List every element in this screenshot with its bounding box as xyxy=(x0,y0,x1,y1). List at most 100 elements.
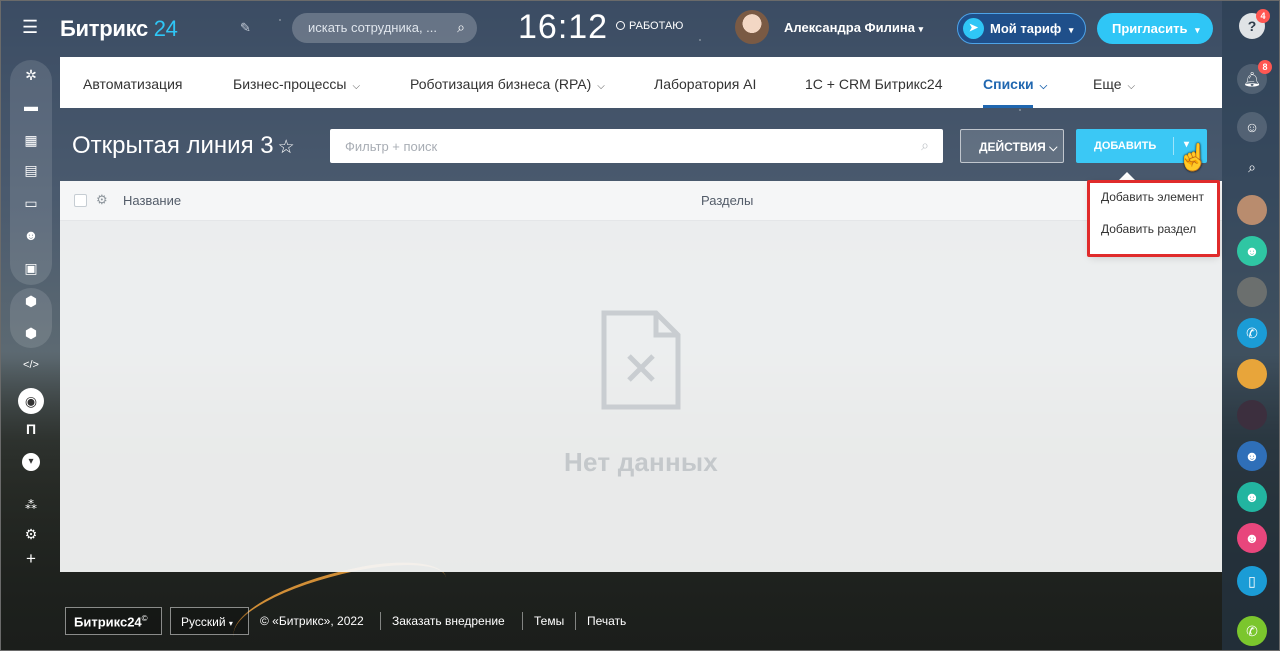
menu-label: Роботизация бизнеса (RPA) xyxy=(410,76,592,92)
phone-doc-icon[interactable]: ▯ xyxy=(1237,566,1267,596)
filter-search-input[interactable]: Фильтр + поиск ⌕ xyxy=(330,129,943,163)
menu-label: Лаборатория AI xyxy=(654,76,757,92)
menu-item-automation[interactable]: Автоматизация xyxy=(83,76,182,92)
column-header-name[interactable]: Название xyxy=(123,193,181,208)
page-title-text: Открытая линия 3 xyxy=(72,132,274,159)
chevron-down-icon: ⌵ xyxy=(1127,81,1136,92)
drive-icon[interactable]: ▭ xyxy=(22,194,40,212)
contact-avatar-1[interactable] xyxy=(1237,195,1267,225)
sitemap-icon[interactable]: ⁂ xyxy=(22,496,40,514)
menu-item-1c-crm[interactable]: 1С + CRM Битрикс24 xyxy=(805,76,943,92)
phone-call-icon[interactable]: ✆ xyxy=(1237,318,1267,348)
column-header-sections[interactable]: Разделы xyxy=(701,193,753,208)
select-all-checkbox[interactable] xyxy=(74,194,87,207)
add-label: ДОБАВИТЬ xyxy=(1094,140,1157,152)
actions-button[interactable]: ДЕЙСТВИЯ ⌵ xyxy=(960,129,1064,163)
add-button-separator xyxy=(1173,137,1174,155)
notifications-bell-icon[interactable]: 🔔︎ 8 xyxy=(1237,60,1272,94)
language-select[interactable]: Русский ▾ xyxy=(170,607,249,635)
menu-label: 1С + CRM Битрикс24 xyxy=(805,76,943,92)
footer-copyright: © «Битрикс», 2022 xyxy=(260,614,364,628)
footer-themes-link[interactable]: Темы xyxy=(534,614,564,628)
menu-item-ai-lab[interactable]: Лаборатория AI xyxy=(654,76,756,92)
footer-logo-mark: © xyxy=(141,614,148,623)
work-status[interactable]: РАБОТАЮ xyxy=(616,20,683,32)
menu-label: Бизнес-процессы xyxy=(233,76,347,92)
group-chat-icon-3[interactable]: ☻ xyxy=(1237,482,1267,512)
menu-label: Еще xyxy=(1093,76,1122,92)
logo-num: 24 xyxy=(153,16,178,41)
add-plus-icon[interactable]: + xyxy=(22,550,40,568)
chevron-down-icon: ⌵ xyxy=(1039,81,1048,92)
chevron-down-icon: ⌵ xyxy=(1049,142,1058,154)
chevron-down-icon: ⌵ xyxy=(352,81,361,92)
user-name-label: Александра Филина xyxy=(784,20,915,35)
more-chevron-icon[interactable]: ▾ xyxy=(22,453,40,471)
letter-p-icon[interactable]: П xyxy=(22,420,40,438)
invite-label: Пригласить xyxy=(1112,21,1188,36)
tasks-icon[interactable]: ▬ xyxy=(22,97,40,115)
hand-cursor-icon: ☝ xyxy=(1177,142,1210,172)
left-sidebar: ✲ ▬ ▦ ▤ ▭ ☻ ▣ ⬢ ⬢ </> ◉ П ▾ ⁂ ⚙ + xyxy=(10,60,52,580)
contact-avatar-2[interactable] xyxy=(1237,277,1267,307)
footer-divider xyxy=(380,612,381,630)
footer-logo-text: Битрикс24 xyxy=(74,614,142,630)
grid-settings-gear-icon[interactable]: ⚙ xyxy=(96,192,108,208)
user-avatar[interactable] xyxy=(735,10,769,44)
work-status-icon xyxy=(616,21,625,30)
group-chat-icon-4[interactable]: ☻ xyxy=(1237,523,1267,553)
feed-icon[interactable]: ✲ xyxy=(22,66,40,84)
menu-burger-icon[interactable]: ☰ xyxy=(22,18,40,36)
docs-icon[interactable]: ▤ xyxy=(22,161,40,179)
app-logo[interactable]: Битрикс 24 xyxy=(60,16,178,42)
star-icon[interactable]: ☆ xyxy=(278,137,295,158)
cube-icon[interactable]: ⬢ xyxy=(22,292,40,310)
tariff-label: Мой тариф xyxy=(990,21,1062,36)
footer-order-link[interactable]: Заказать внедрение xyxy=(392,614,505,628)
group-chat-icon-2[interactable]: ☻ xyxy=(1237,441,1267,471)
menu-item-rpa[interactable]: Роботизация бизнеса (RPA) ⌵ xyxy=(410,76,605,92)
footer-logo[interactable]: Битрикс24© xyxy=(65,607,162,635)
menu-item-more[interactable]: Еще ⌵ xyxy=(1093,76,1135,92)
search-icon: ⌕ xyxy=(921,137,929,153)
clock[interactable]: 16:12 xyxy=(518,8,608,47)
settings-gear-icon[interactable]: ⚙ xyxy=(22,525,40,543)
invite-button[interactable]: Пригласить ▾ xyxy=(1097,13,1213,44)
employees-icon[interactable]: ☻ xyxy=(22,226,40,244)
menu-item-business-processes[interactable]: Бизнес-процессы ⌵ xyxy=(233,76,360,92)
contacts-icon[interactable]: ▣ xyxy=(22,259,40,277)
cube-icon-2[interactable]: ⬢ xyxy=(22,324,40,342)
group-chat-icon[interactable]: ☻ xyxy=(1237,236,1267,266)
work-status-label: РАБОТАЮ xyxy=(629,20,684,32)
chat-icon[interactable]: ☺ xyxy=(1237,112,1267,142)
menu-item-lists[interactable]: Списки ⌵ xyxy=(983,76,1047,92)
user-name[interactable]: Александра Филина ▾ xyxy=(784,20,923,35)
contact-avatar-3[interactable] xyxy=(1237,359,1267,389)
contact-avatar-4[interactable] xyxy=(1237,400,1267,430)
section-menu-bar: Автоматизация Бизнес-процессы ⌵ Роботизац… xyxy=(60,57,1222,108)
empty-document-icon xyxy=(601,310,681,410)
calendar-icon[interactable]: ▦ xyxy=(22,131,40,149)
page-title: Открытая линия 3 ☆ xyxy=(72,132,295,160)
highlight-box xyxy=(1087,180,1220,257)
chevron-down-icon: ▾ xyxy=(918,24,924,34)
footer-divider xyxy=(575,612,576,630)
bot-icon[interactable]: ◉ xyxy=(18,388,44,414)
menu-label: Списки xyxy=(983,76,1034,92)
right-sidebar: ? 4 🔔︎ 8 ☺ ⌕ ☻ ✆ ☻ ☻ ☻ ▯ ✆ xyxy=(1222,0,1280,651)
call-button-icon[interactable]: ✆ xyxy=(1237,616,1267,646)
search-icon: ⌕ xyxy=(457,19,465,35)
employee-search-input[interactable]: искать сотрудника, ... ⌕ xyxy=(292,13,477,43)
footer-print-link[interactable]: Печать xyxy=(587,614,626,628)
search-icon[interactable]: ⌕ xyxy=(1237,152,1267,182)
help-icon[interactable]: ? 4 xyxy=(1239,9,1270,39)
edit-pencil-icon[interactable]: ✎ xyxy=(240,20,251,36)
rocket-icon: ➤ xyxy=(963,18,984,39)
footer-divider xyxy=(522,612,523,630)
chevron-down-icon: ▾ xyxy=(1195,25,1200,35)
code-icon[interactable]: </> xyxy=(22,356,40,374)
menu-label: Автоматизация xyxy=(83,76,183,92)
my-tariff-button[interactable]: ➤ Мой тариф ▾ xyxy=(957,13,1086,44)
logo-main: Битрикс xyxy=(60,16,148,41)
notifications-badge: 8 xyxy=(1258,60,1272,74)
